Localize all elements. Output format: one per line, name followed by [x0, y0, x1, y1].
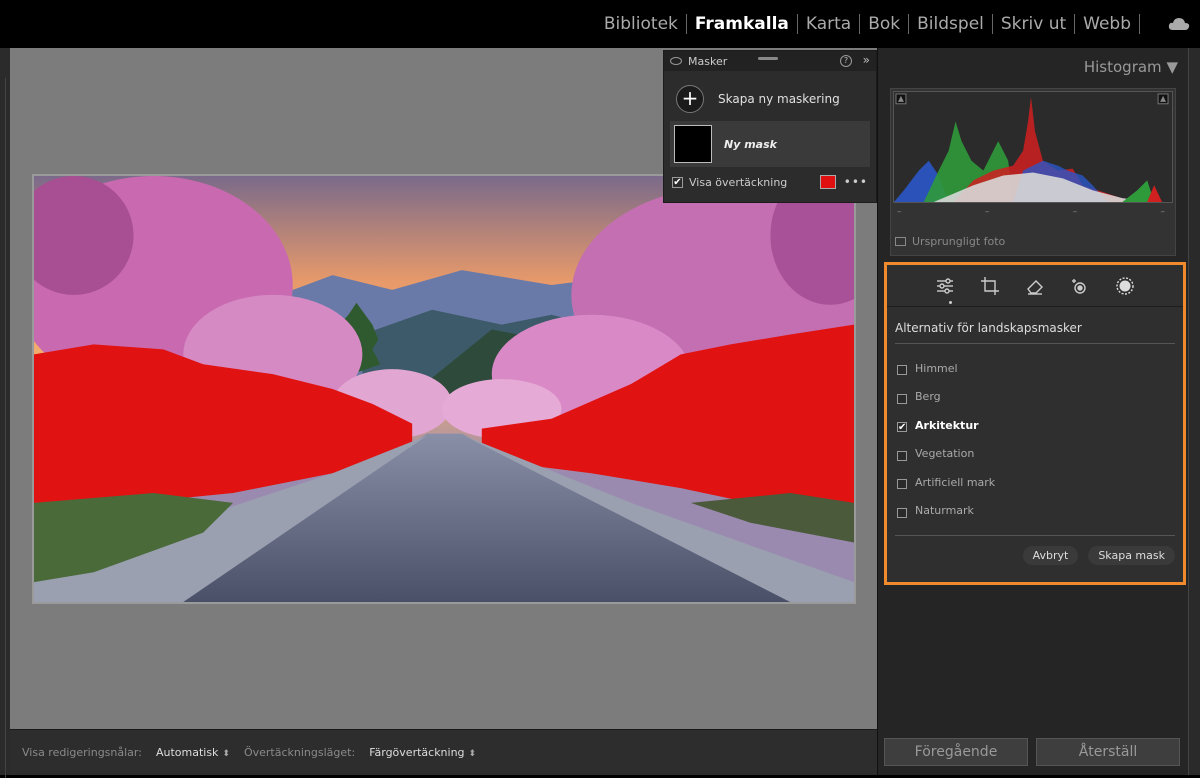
edit-pins-select[interactable]: Automatisk ⬍	[156, 746, 230, 759]
landscape-options-list: Himmel Berg ✔ Arkitektur Vegetation Artif…	[887, 344, 1183, 525]
landscape-masks-title: Alternativ för landskapsmasker	[895, 321, 1082, 335]
histogram-tick: –	[984, 207, 990, 217]
redeye-icon[interactable]	[1070, 276, 1090, 296]
option-sky[interactable]: Himmel	[897, 354, 1173, 383]
show-overlay-row: ✔ Visa övertäckning •••	[664, 167, 876, 197]
option-natural-ground[interactable]: Naturmark	[897, 497, 1173, 526]
masks-panel-header[interactable]: Masker ? »	[664, 51, 876, 71]
option-checkbox[interactable]	[897, 507, 907, 518]
histogram-chart	[894, 93, 1169, 202]
mask-tool-icon[interactable]	[1115, 276, 1135, 296]
option-architecture[interactable]: ✔ Arkitektur	[897, 411, 1173, 440]
tool-strip	[887, 265, 1183, 307]
more-options-icon[interactable]: •••	[844, 175, 868, 189]
updown-arrows-icon: ⬍	[468, 749, 477, 759]
eraser-icon[interactable]	[1025, 276, 1045, 296]
original-photo-icon	[895, 237, 906, 246]
option-label: Himmel	[915, 361, 958, 375]
histogram-header[interactable]: Histogram ▼	[1084, 58, 1178, 76]
landscape-actions: Avbryt Skapa mask	[887, 536, 1183, 565]
original-photo-toggle[interactable]: Ursprungligt foto	[895, 235, 1005, 248]
histogram: – – – – Ursprungligt foto	[890, 88, 1176, 256]
right-panel-scroll-edge[interactable]	[1188, 48, 1200, 775]
option-label: Arkitektur	[915, 418, 979, 432]
nav-web[interactable]: Webb	[1075, 14, 1139, 34]
option-label: Berg	[915, 390, 941, 404]
eye-icon[interactable]	[670, 57, 682, 65]
histogram-graph[interactable]	[893, 91, 1173, 203]
cloud-icon[interactable]	[1168, 17, 1190, 31]
histogram-ticks: – – – –	[891, 207, 1171, 217]
module-picker: Bibliotek Framkalla Karta Bok Bildspel S…	[596, 14, 1140, 34]
option-label: Artificiell mark	[915, 475, 996, 489]
nav-slideshow[interactable]: Bildspel	[909, 14, 992, 34]
histogram-tick: –	[1160, 207, 1165, 217]
show-overlay-label: Visa övertäckning	[689, 175, 788, 189]
nav-book[interactable]: Bok	[860, 14, 908, 34]
reset-button[interactable]: Återställ	[1036, 738, 1180, 766]
mask-item[interactable]: Ny mask	[670, 121, 870, 167]
overlay-mode-select[interactable]: Färgövertäckning ⬍	[369, 746, 476, 759]
sliders-icon[interactable]	[935, 276, 955, 296]
option-mountains[interactable]: Berg	[897, 383, 1173, 412]
option-checkbox[interactable]: ✔	[897, 422, 907, 433]
create-mask-button[interactable]: Skapa mask	[1088, 546, 1175, 565]
nav-library[interactable]: Bibliotek	[596, 14, 686, 34]
photo-preview[interactable]	[32, 174, 856, 604]
active-tool-indicator	[949, 301, 952, 304]
masks-panel-title: Masker	[688, 54, 728, 68]
overlay-mode-label: Övertäckningsläget:	[243, 746, 356, 759]
collapse-icon[interactable]: »	[863, 53, 870, 67]
mask-name: Ny mask	[724, 137, 777, 151]
create-new-mask[interactable]: + Skapa ny maskering	[664, 71, 876, 117]
overlay-mode-value: Färgövertäckning	[369, 746, 465, 759]
previous-button[interactable]: Föregående	[884, 738, 1028, 766]
footer-buttons: Föregående Återställ	[884, 738, 1180, 766]
photo-image	[34, 176, 854, 602]
cancel-button[interactable]: Avbryt	[1022, 546, 1079, 565]
create-mask-label: Skapa ny maskering	[718, 92, 840, 106]
left-panel-handle[interactable]	[0, 78, 6, 778]
histogram-title: Histogram	[1083, 58, 1162, 76]
overlay-color-swatch[interactable]	[819, 175, 836, 189]
collapse-triangle-icon[interactable]: ▼	[1166, 58, 1178, 76]
option-artificial-ground[interactable]: Artificiell mark	[897, 468, 1173, 497]
option-checkbox[interactable]	[897, 450, 907, 461]
nav-print[interactable]: Skriv ut	[993, 14, 1074, 34]
landscape-masks-panel: Alternativ för landskapsmasker Himmel Be…	[884, 262, 1186, 585]
option-vegetation[interactable]: Vegetation	[897, 440, 1173, 469]
help-icon[interactable]: ?	[840, 55, 852, 67]
option-checkbox[interactable]	[897, 365, 907, 376]
plus-icon[interactable]: +	[676, 85, 704, 113]
edit-pins-value: Automatisk	[155, 746, 219, 759]
show-overlay-checkbox[interactable]: ✔	[672, 176, 683, 188]
updown-arrows-icon: ⬍	[222, 749, 230, 759]
option-checkbox[interactable]	[897, 479, 907, 490]
option-checkbox[interactable]	[897, 393, 907, 404]
left-panel-collapsed[interactable]	[0, 48, 10, 778]
masks-panel: Masker ? » + Skapa ny maskering Ny mask …	[663, 50, 877, 203]
mask-thumbnail	[674, 125, 712, 163]
crop-icon[interactable]	[980, 276, 1000, 296]
option-label: Naturmark	[915, 504, 974, 518]
nav-map[interactable]: Karta	[798, 14, 859, 34]
nav-develop[interactable]: Framkalla	[687, 14, 797, 34]
option-label: Vegetation	[915, 447, 975, 461]
nav-divider	[1139, 14, 1140, 34]
right-panel: Histogram ▼ – – – – Ursprungligt foto Al…	[877, 48, 1200, 775]
histogram-tick: –	[1072, 207, 1078, 217]
bottom-toolbar: Visa redigeringsnålar: Automatisk ⬍ Övert…	[10, 729, 877, 775]
drag-handle[interactable]	[758, 57, 778, 60]
histogram-tick: –	[897, 207, 902, 217]
edit-pins-label: Visa redigeringsnålar:	[22, 746, 142, 759]
original-photo-label: Ursprungligt foto	[912, 235, 1006, 248]
top-nav-bar: Bibliotek Framkalla Karta Bok Bildspel S…	[0, 0, 1200, 48]
